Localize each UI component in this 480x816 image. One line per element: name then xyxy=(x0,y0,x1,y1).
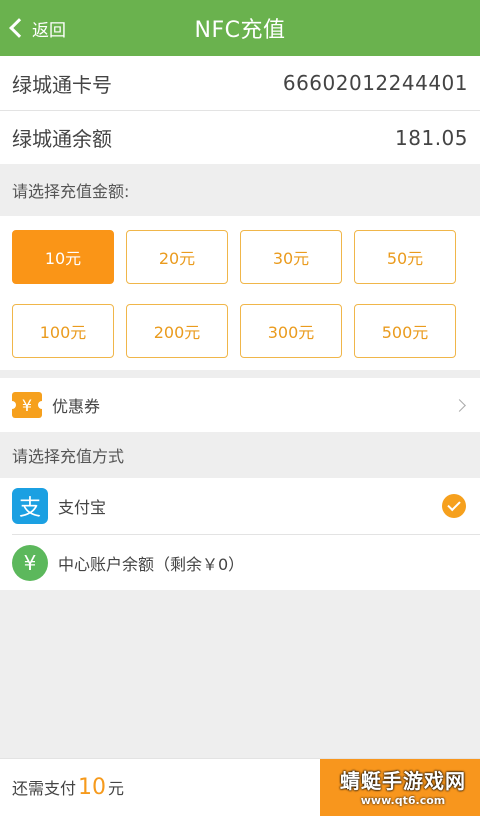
amount-due-label: 还需支付 xyxy=(12,779,77,798)
amount-option-300[interactable]: 300元 xyxy=(240,304,342,358)
watermark-url: www.qt6.com xyxy=(360,794,446,807)
amount-option-50[interactable]: 50元 xyxy=(354,230,456,284)
coupon-ticket-icon: ¥ xyxy=(8,392,46,418)
payment-methods-panel: 支 支付宝 ¥ 中心账户余额（剩余￥0） xyxy=(0,478,480,590)
amount-options-panel: 10元 20元 30元 50元 100元 200元 300元 500元 xyxy=(0,216,480,370)
checkout-bar: 还需支付 10 元 蜻蜓手游戏网 www.qt6.com xyxy=(0,758,480,816)
amount-due: 还需支付 10 元 xyxy=(0,775,124,800)
amount-due-unit: 元 xyxy=(108,779,125,798)
card-balance-label: 绿城通余额 xyxy=(12,127,112,151)
back-label: 返回 xyxy=(32,20,66,41)
pay-button[interactable]: 蜻蜓手游戏网 www.qt6.com xyxy=(320,759,480,816)
payment-section-label: 请选择充值方式 xyxy=(0,432,480,478)
card-number-row: 绿城通卡号 66602012244401 xyxy=(0,56,480,110)
amount-section-label: 请选择充值金额: xyxy=(0,164,480,216)
page-title: NFC充值 xyxy=(194,18,286,43)
coupon-label: 优惠券 xyxy=(52,397,101,416)
card-balance-row: 绿城通余额 181.05 xyxy=(0,110,480,164)
amount-option-20[interactable]: 20元 xyxy=(126,230,228,284)
chevron-right-icon xyxy=(453,398,466,412)
app-header: 返回 NFC充值 xyxy=(0,0,480,56)
payment-method-label: 中心账户余额（剩余￥0） xyxy=(58,554,245,574)
amount-option-100[interactable]: 100元 xyxy=(12,304,114,358)
checkmark-icon xyxy=(442,494,466,518)
payment-method-account-balance[interactable]: ¥ 中心账户余额（剩余￥0） xyxy=(12,534,480,590)
amount-due-value: 10 xyxy=(78,775,107,800)
amount-option-500[interactable]: 500元 xyxy=(354,304,456,358)
chevron-left-icon xyxy=(9,18,29,38)
card-number-label: 绿城通卡号 xyxy=(12,72,112,97)
coupon-row[interactable]: ¥ 优惠券 xyxy=(0,378,480,432)
payment-method-label: 支付宝 xyxy=(58,498,107,517)
back-button[interactable]: 返回 xyxy=(6,0,66,56)
amount-option-200[interactable]: 200元 xyxy=(126,304,228,358)
amount-option-30[interactable]: 30元 xyxy=(240,230,342,284)
card-balance-value: 181.05 xyxy=(395,125,468,150)
watermark: 蜻蜓手游戏网 www.qt6.com xyxy=(340,765,466,807)
yuan-coin-icon: ¥ xyxy=(12,544,48,581)
card-info-panel: 绿城通卡号 66602012244401 绿城通余额 181.05 xyxy=(0,56,480,164)
card-number-value: 66602012244401 xyxy=(282,71,468,95)
watermark-main: 蜻蜓手游戏网 xyxy=(340,769,466,793)
alipay-icon: 支 xyxy=(12,488,48,524)
payment-method-alipay[interactable]: 支 支付宝 xyxy=(0,478,480,534)
amount-option-10[interactable]: 10元 xyxy=(12,230,114,284)
